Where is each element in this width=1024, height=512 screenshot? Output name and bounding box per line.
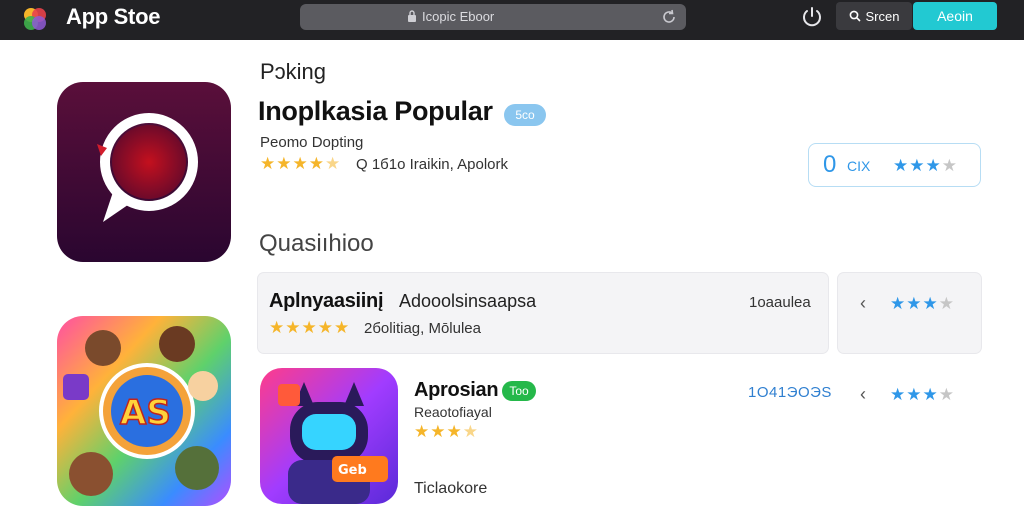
list-item-stars: ★ ★ ★ ★ ★: [269, 318, 350, 337]
rating-card-stars: ★ ★ ★ ★: [893, 156, 957, 175]
page-title: Inoplkasia Popular: [258, 96, 493, 126]
chevron-left-icon[interactable]: ‹: [860, 293, 866, 314]
list-item-footer: Ticlaokore: [414, 480, 488, 497]
game-characters-app-icon[interactable]: AS: [57, 316, 231, 506]
list-item-badge: Too: [502, 381, 536, 401]
search-button[interactable]: Srcen: [836, 2, 912, 30]
list-item-size: 1oaaulea: [749, 294, 811, 311]
list-item-side-stars: ★ ★ ★ ★: [890, 294, 954, 313]
app-store-logo-icon[interactable]: [22, 6, 48, 32]
svg-text:Geb: Geb: [338, 463, 367, 478]
reload-icon[interactable]: [660, 8, 678, 26]
hero-star-rating: ★ ★ ★ ★ ★: [260, 154, 341, 173]
section-heading: Quasiıhioo: [259, 230, 374, 257]
list-item-title: Aplnyaasiinį: [269, 290, 384, 312]
list-item-subtitle: Reaotofiayal: [414, 404, 492, 420]
list-item-size: 1O41ЭOЭS: [748, 384, 832, 401]
list-item-side-stars: ★ ★ ★ ★: [890, 385, 954, 404]
list-item-rating-panel[interactable]: ‹ ★ ★ ★ ★: [838, 366, 981, 426]
top-bar: App Stoe Icopic Eboor Srcen Aeoin: [0, 0, 1024, 40]
power-icon[interactable]: [800, 5, 824, 29]
list-item-rating-panel[interactable]: ‹ ★ ★ ★ ★: [838, 273, 981, 353]
list-item-description: Adooolsinsaapsa: [399, 291, 537, 311]
list-item-title: Aprosian: [414, 379, 499, 401]
robot-app-icon[interactable]: Geb: [260, 368, 398, 504]
chat-bubble-app-icon[interactable]: [57, 82, 231, 262]
search-button-label: Srcen: [865, 8, 900, 24]
rating-unit: CIX: [847, 158, 871, 174]
search-icon: [849, 10, 861, 22]
address-text: Icopic Eboor: [422, 9, 495, 24]
list-item-stars: ★ ★ ★ ★: [414, 422, 478, 441]
rating-card[interactable]: 0 CIX ★ ★ ★ ★: [808, 143, 981, 187]
section-label: Pɔking: [260, 59, 327, 84]
list-item-meta: 2бolitiag, Mōlulea: [364, 320, 481, 337]
list-item[interactable]: Aplnyaasiinį Adooolsinsaapsa 1oaaulea ★ ★…: [258, 273, 828, 353]
category-badge: 5co: [504, 104, 546, 126]
chevron-left-icon[interactable]: ‹: [860, 384, 866, 405]
action-button[interactable]: Aeoin: [913, 2, 997, 30]
app-title: App Stoe: [66, 4, 161, 29]
rating-value: 0: [823, 151, 837, 178]
svg-text:AS: AS: [120, 393, 171, 433]
lock-icon: [408, 10, 416, 22]
developer-name: Peomo Dopting: [260, 134, 364, 151]
hero-meta-text: Q 1б1o Iraikin, Apolork: [356, 156, 508, 173]
address-bar[interactable]: Icopic Eboor: [300, 4, 686, 30]
